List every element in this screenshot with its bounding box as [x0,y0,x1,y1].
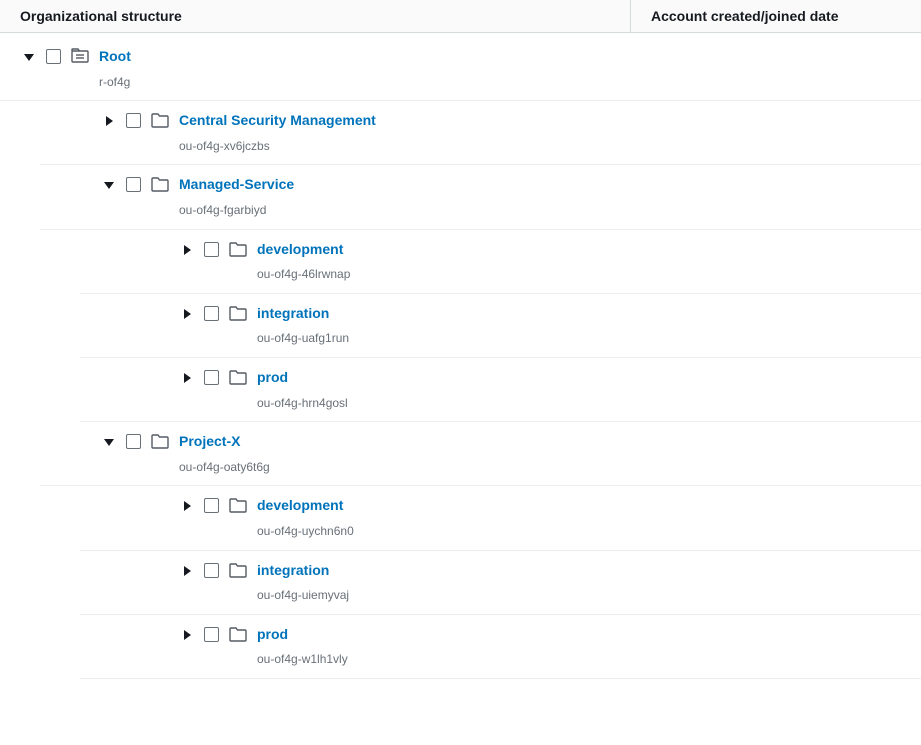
checkbox[interactable] [204,370,219,385]
org-tree: Root r-of4g Central Security Management … [0,33,921,679]
ou-id: ou-of4g-fgarbiyd [179,203,294,219]
link-project-x[interactable]: Project-X [179,432,270,452]
folder-icon [229,626,247,645]
ou-id: ou-of4g-uiemyvaj [257,588,349,604]
ou-id: ou-of4g-46lrwnap [257,267,350,283]
folder-icon [151,176,169,195]
tree-row: integration ou-of4g-uafg1run [80,294,921,358]
ou-id: ou-of4g-oaty6t6g [179,460,270,476]
column-header-name[interactable]: Organizational structure [0,0,631,32]
tree-row: Managed-Service ou-of4g-fgarbiyd [40,165,921,229]
link-root[interactable]: Root [99,47,131,67]
checkbox[interactable] [204,563,219,578]
ou-id: ou-of4g-hrn4gosl [257,396,348,412]
checkbox[interactable] [126,177,141,192]
checkbox[interactable] [204,498,219,513]
ou-id: ou-of4g-xv6jczbs [179,139,376,155]
folder-icon [229,562,247,581]
tree-row: Central Security Management ou-of4g-xv6j… [40,101,921,165]
tree-row: integration ou-of4g-uiemyvaj [80,551,921,615]
tree-row-root: Root r-of4g [0,37,921,101]
folder-icon [229,305,247,324]
caret-right-icon[interactable] [180,628,194,642]
caret-right-icon[interactable] [102,114,116,128]
ou-id: ou-of4g-uychn6n0 [257,524,354,540]
link-central-security[interactable]: Central Security Management [179,111,376,131]
folder-icon [229,241,247,260]
ou-id: r-of4g [99,75,131,91]
checkbox[interactable] [126,113,141,128]
link-px-prod[interactable]: prod [257,625,348,645]
link-ms-integration[interactable]: integration [257,304,349,324]
folder-icon [151,112,169,131]
checkbox[interactable] [204,242,219,257]
caret-right-icon[interactable] [180,499,194,513]
link-managed-service[interactable]: Managed-Service [179,175,294,195]
column-header-date[interactable]: Account created/joined date [631,0,921,32]
folder-icon [151,433,169,452]
caret-down-icon[interactable] [22,50,36,64]
link-px-development[interactable]: development [257,496,354,516]
link-ms-prod[interactable]: prod [257,368,348,388]
tree-row: Project-X ou-of4g-oaty6t6g [40,422,921,486]
ou-id: ou-of4g-w1lh1vly [257,652,348,668]
ou-id: ou-of4g-uafg1run [257,331,349,347]
tree-row: prod ou-of4g-hrn4gosl [80,358,921,422]
org-root-icon [71,48,89,67]
checkbox[interactable] [204,627,219,642]
link-px-integration[interactable]: integration [257,561,349,581]
link-ms-development[interactable]: development [257,240,350,260]
caret-right-icon[interactable] [180,564,194,578]
caret-right-icon[interactable] [180,243,194,257]
tree-row: development ou-of4g-uychn6n0 [80,486,921,550]
table-header: Organizational structure Account created… [0,0,921,33]
checkbox-root[interactable] [46,49,61,64]
caret-down-icon[interactable] [102,435,116,449]
tree-row: prod ou-of4g-w1lh1vly [80,615,921,679]
checkbox[interactable] [126,434,141,449]
caret-right-icon[interactable] [180,371,194,385]
caret-down-icon[interactable] [102,178,116,192]
folder-icon [229,369,247,388]
caret-right-icon[interactable] [180,307,194,321]
folder-icon [229,497,247,516]
checkbox[interactable] [204,306,219,321]
tree-row: development ou-of4g-46lrwnap [80,230,921,294]
